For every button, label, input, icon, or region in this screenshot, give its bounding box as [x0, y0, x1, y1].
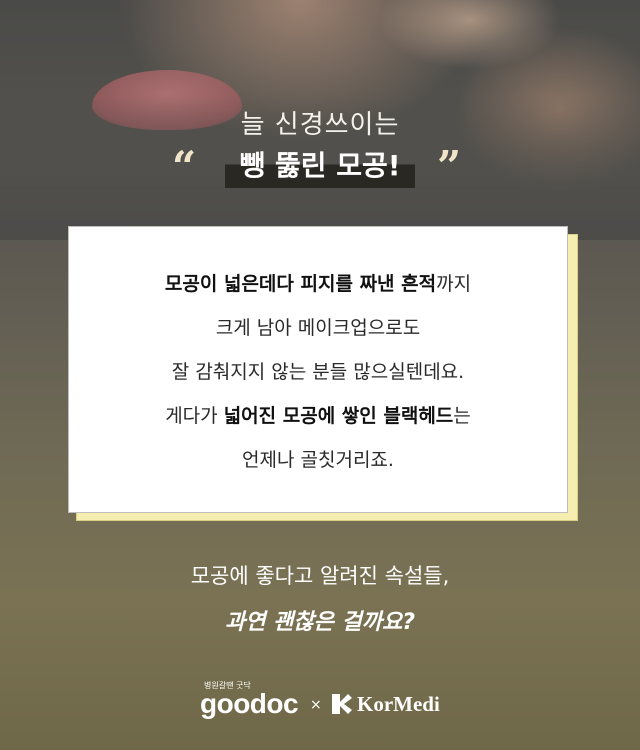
card-text: 게다가 — [165, 404, 224, 427]
card-line: 모공이 넓은데다 피지를 짜낸 흔적까지 — [165, 262, 471, 306]
footer-question-line1: 모공에 좋다고 알려진 속설들, — [190, 564, 450, 588]
card-text: 언제나 골칫거리죠. — [242, 448, 394, 471]
card-line: 게다가 넓어진 모공에 쌓인 블랙헤드는 — [165, 394, 471, 438]
kormedi-mark-icon — [332, 694, 352, 714]
logo-bar: 병원갈땐 굿닥 goodoc × KorMedi — [198, 680, 458, 720]
card-emphasis-text: 모공이 넓은데다 피지를 짜낸 흔적 — [164, 272, 437, 295]
footer-question-line2: 과연 괜찮은 걸까요? — [224, 610, 415, 635]
card-line: 잘 감춰지지 않는 분들 많으실텐데요. — [172, 350, 464, 394]
card-line: 언제나 골칫거리죠. — [242, 438, 394, 482]
card-text: 는 — [453, 404, 471, 427]
card-text: 크게 남아 메이크업으로도 — [215, 316, 421, 339]
kormedi-logo: KorMedi — [357, 692, 440, 716]
card-line: 크게 남아 메이크업으로도 — [216, 306, 420, 350]
text-card: 모공이 넓은데다 피지를 짜낸 흔적까지크게 남아 메이크업으로도잘 감춰지지 … — [68, 226, 568, 513]
close-quote-mark: ” — [437, 142, 462, 191]
headline-title: 뺑 뚫린 모공! — [225, 140, 415, 188]
times-separator: × — [310, 697, 322, 713]
goodoc-logo: goodoc — [200, 688, 299, 719]
card-text: 까지 — [436, 272, 472, 295]
headline-main-wrap: 뺑 뚫린 모공! — [0, 140, 640, 188]
card-text: 잘 감춰지지 않는 분들 많으실텐데요. — [171, 360, 465, 383]
headline-subtitle: 늘 신경쓰이는 — [240, 110, 400, 140]
card-emphasis-text: 넓어진 모공에 쌓인 블랙헤드 — [223, 404, 454, 427]
